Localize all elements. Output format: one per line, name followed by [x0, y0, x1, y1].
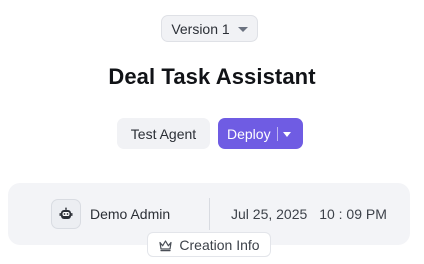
created-time: 10 : 09 PM — [319, 206, 387, 222]
agent-header: Version 1 Deal Task Assistant Test Agent… — [0, 0, 424, 264]
test-agent-button[interactable]: Test Agent — [117, 118, 210, 149]
chevron-down-icon — [237, 26, 248, 32]
action-bar: Test Agent Deploy — [117, 118, 303, 149]
created-datetime: Jul 25, 2025 10 : 09 PM — [231, 206, 387, 222]
crown-icon — [159, 239, 173, 251]
creation-info-label: Creation Info — [179, 236, 260, 253]
page-title: Deal Task Assistant — [108, 64, 316, 89]
deploy-divider — [276, 126, 278, 141]
created-date: Jul 25, 2025 — [231, 206, 308, 222]
owner-name: Demo Admin — [90, 206, 171, 222]
version-label: Version 1 — [171, 20, 230, 37]
deploy-dropdown-icon[interactable] — [282, 131, 291, 137]
creation-info-tag: Creation Info — [147, 232, 271, 257]
deploy-button[interactable]: Deploy — [218, 118, 303, 149]
divider — [209, 198, 210, 230]
deploy-label: Deploy — [227, 125, 271, 142]
robot-icon — [51, 199, 81, 229]
version-select[interactable]: Version 1 — [161, 15, 258, 42]
